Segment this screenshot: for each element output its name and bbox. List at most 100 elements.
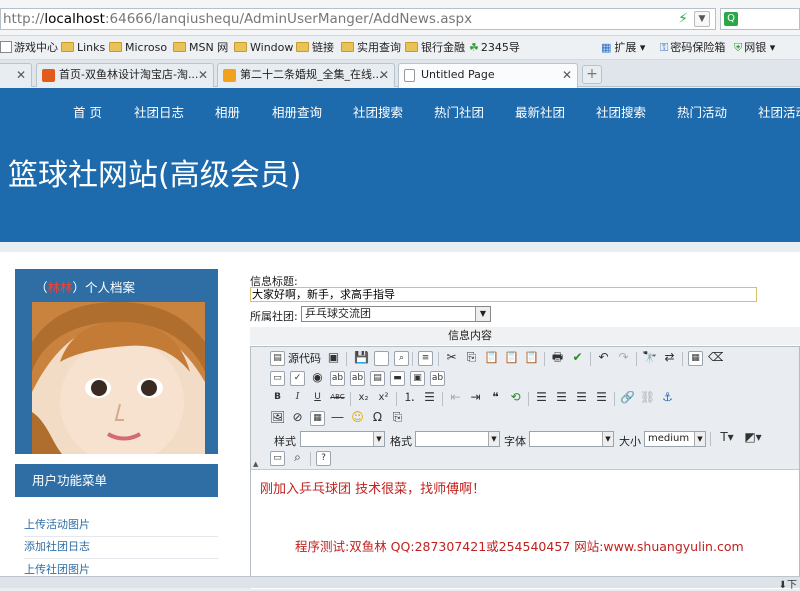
new-page-icon[interactable] (374, 351, 389, 366)
tab-partial[interactable]: ✕ (0, 63, 32, 87)
superscript-icon[interactable]: x² (376, 391, 391, 406)
subscript-icon[interactable]: x₂ (356, 391, 371, 406)
netbank-button[interactable]: ⛨ 网银 ▾ (734, 40, 775, 56)
templates-icon[interactable]: ≡ (418, 351, 433, 366)
select-all-icon[interactable]: ▦ (688, 351, 703, 366)
save-icon[interactable]: 💾 (354, 351, 369, 366)
source-button[interactable]: 源代码 (288, 351, 321, 366)
font-select[interactable]: ▼ (529, 431, 614, 447)
spellcheck-icon[interactable]: ✔ (570, 351, 585, 366)
smiley-icon[interactable]: ☺ (350, 411, 365, 426)
help-icon[interactable]: ? (316, 451, 331, 466)
cut-icon[interactable]: ✂ (444, 351, 459, 366)
search-box[interactable]: Q (720, 8, 800, 30)
numbered-list-icon[interactable]: ⒈ (402, 391, 417, 406)
chevron-down-icon[interactable]: ▼ (373, 432, 384, 446)
favorite-links[interactable]: Links (61, 40, 105, 56)
editor-content-area[interactable]: 刚加入乒乓球团 技术很菜，找师傅啊！ 程序测试:双鱼林 QQ:287307421… (251, 471, 799, 589)
horizontal-rule-icon[interactable]: ― (330, 411, 345, 426)
chevron-down-icon[interactable]: ▼ (694, 11, 710, 27)
replace-icon[interactable]: ⇄ (662, 351, 677, 366)
menu-link-upload-activity-photos[interactable]: 上传活动图片 (24, 517, 218, 537)
nav-album[interactable]: 相册 (215, 102, 240, 121)
extensions-button[interactable]: ▦ 扩展 ▾ (601, 40, 645, 56)
radio-icon[interactable]: ◉ (310, 371, 325, 386)
title-input[interactable]: 大家好啊，新手，求高手指导 (250, 287, 757, 302)
eraser-icon[interactable]: ⌫ (708, 351, 723, 366)
show-blocks-icon[interactable]: ⌕ (290, 451, 305, 466)
preview-code-icon[interactable]: ▣ (326, 351, 341, 366)
bulleted-list-icon[interactable]: ☰ (422, 391, 437, 406)
checkbox-icon[interactable]: ✓ (290, 371, 305, 386)
table-icon[interactable]: ▦ (310, 411, 325, 426)
print-icon[interactable]: 🖶 (550, 351, 565, 366)
align-left-icon[interactable]: ☰ (534, 391, 549, 406)
nav-club-activities[interactable]: 社团活动 (758, 102, 800, 121)
form-icon[interactable]: ▭ (270, 371, 285, 386)
link-icon[interactable]: 🔗 (620, 391, 635, 406)
favorite-windows[interactable]: Window (234, 40, 293, 56)
paste-word-icon[interactable]: 📋 (524, 351, 539, 366)
chevron-down-icon[interactable]: ▼ (475, 307, 490, 321)
nav-album-query[interactable]: 相册查询 (272, 102, 322, 121)
style-select[interactable]: ▼ (300, 431, 385, 447)
close-icon[interactable]: ✕ (562, 64, 572, 86)
anchor-icon[interactable]: ⚓ (660, 391, 675, 406)
image-icon[interactable]: 🖼 (270, 411, 285, 426)
size-select[interactable]: medium ▼ (644, 431, 706, 447)
tab-video[interactable]: 第二十二条婚规_全集_在线... ✕ (217, 63, 395, 87)
club-select[interactable]: 乒乓球交流团 ▼ (301, 306, 491, 322)
redo-icon[interactable]: ↷ (616, 351, 631, 366)
tab-taobao[interactable]: 首页-双鱼林设计淘宝店-淘... ✕ (36, 63, 214, 87)
align-center-icon[interactable]: ☰ (554, 391, 569, 406)
textfield-icon[interactable]: ab (330, 371, 345, 386)
lightning-icon[interactable]: ⚡ (676, 11, 690, 27)
strikethrough-icon[interactable]: ABC (330, 391, 345, 406)
nav-club-search[interactable]: 社团搜索 (353, 102, 403, 121)
format-select[interactable]: ▼ (415, 431, 500, 447)
nav-hot-activities[interactable]: 热门活动 (677, 102, 727, 121)
profile-username[interactable]: 林林 (48, 280, 73, 295)
favorite-msn[interactable]: MSN 网 (173, 40, 228, 56)
find-icon[interactable]: 🔭 (642, 351, 657, 366)
chevron-down-icon[interactable]: ▼ (488, 432, 499, 446)
nav-home[interactable]: 首 页 (73, 102, 102, 121)
hidden-field-icon[interactable]: ab (430, 371, 445, 386)
textarea-icon[interactable]: ab (350, 371, 365, 386)
tab-untitled[interactable]: Untitled Page ✕ (398, 63, 578, 88)
paste-text-icon[interactable]: 📋 (504, 351, 519, 366)
favorite-game-center[interactable]: 游戏中心 (0, 40, 58, 56)
download-icon[interactable]: ⬇下 (779, 576, 797, 591)
align-right-icon[interactable]: ☰ (574, 391, 589, 406)
paste-icon[interactable]: 📋 (484, 351, 499, 366)
maximize-icon[interactable]: ▭ (270, 451, 285, 466)
collapse-toolbar-icon[interactable]: ▲ (253, 460, 258, 468)
outdent-icon[interactable]: ⇤ (448, 391, 463, 406)
favorite-links-cn[interactable]: 链接 (296, 40, 334, 56)
image-button-icon[interactable]: ▣ (410, 371, 425, 386)
favorite-microsoft[interactable]: Microso (109, 40, 167, 56)
close-icon[interactable]: ✕ (198, 64, 208, 86)
search-engine-icon[interactable]: Q (724, 12, 738, 26)
source-icon[interactable]: ▤ (270, 351, 285, 366)
nav-hot-clubs[interactable]: 热门社团 (434, 102, 484, 121)
div-container-icon[interactable]: ⟲ (508, 391, 523, 406)
flash-icon[interactable]: ⊘ (290, 411, 305, 426)
url-input[interactable]: http://localhost:64666/lanqiushequ/Admin… (0, 8, 716, 30)
blockquote-icon[interactable]: ❝ (488, 391, 503, 406)
text-color-icon[interactable]: T▾ (716, 431, 738, 446)
close-icon[interactable]: ✕ (379, 64, 389, 86)
new-tab-button[interactable]: + (582, 65, 602, 84)
password-safe-button[interactable]: ⚿ 密码保险箱 (660, 40, 725, 56)
indent-icon[interactable]: ⇥ (468, 391, 483, 406)
menu-link-add-club-log[interactable]: 添加社团日志 (24, 539, 218, 559)
select-field-icon[interactable]: ▤ (370, 371, 385, 386)
nav-new-clubs[interactable]: 最新社团 (515, 102, 565, 121)
unlink-icon[interactable]: ⛓ (640, 391, 655, 406)
close-icon[interactable]: ✕ (16, 64, 26, 86)
preview-icon[interactable]: ⌕ (394, 351, 409, 366)
chevron-down-icon[interactable]: ▼ (694, 432, 705, 446)
copy-icon[interactable]: ⎘ (464, 351, 479, 366)
page-break-icon[interactable]: ⎘ (390, 411, 405, 426)
justify-icon[interactable]: ☰ (594, 391, 609, 406)
